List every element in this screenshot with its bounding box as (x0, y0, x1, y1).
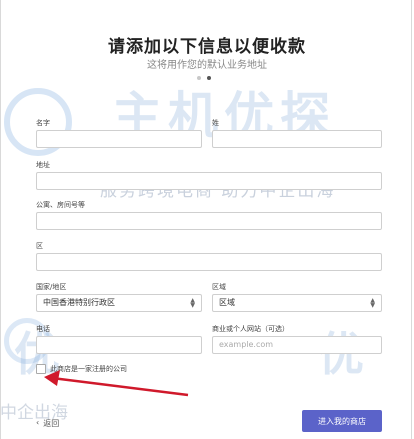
chevron-left-icon: ‹ (36, 418, 40, 427)
back-link[interactable]: ‹ 返回 (36, 418, 59, 429)
enter-store-button[interactable]: 进入我的商店 (302, 410, 382, 432)
annotation-arrow (44, 370, 189, 397)
back-label: 返回 (43, 419, 60, 428)
annotation-arrow-shaft (51, 376, 189, 397)
annotation-arrow-head (44, 370, 60, 386)
setup-page: 主机优探 服务跨境电商 助力中企出海 优 优 中企出海 请添加以下信息以便收款 … (0, 0, 414, 439)
